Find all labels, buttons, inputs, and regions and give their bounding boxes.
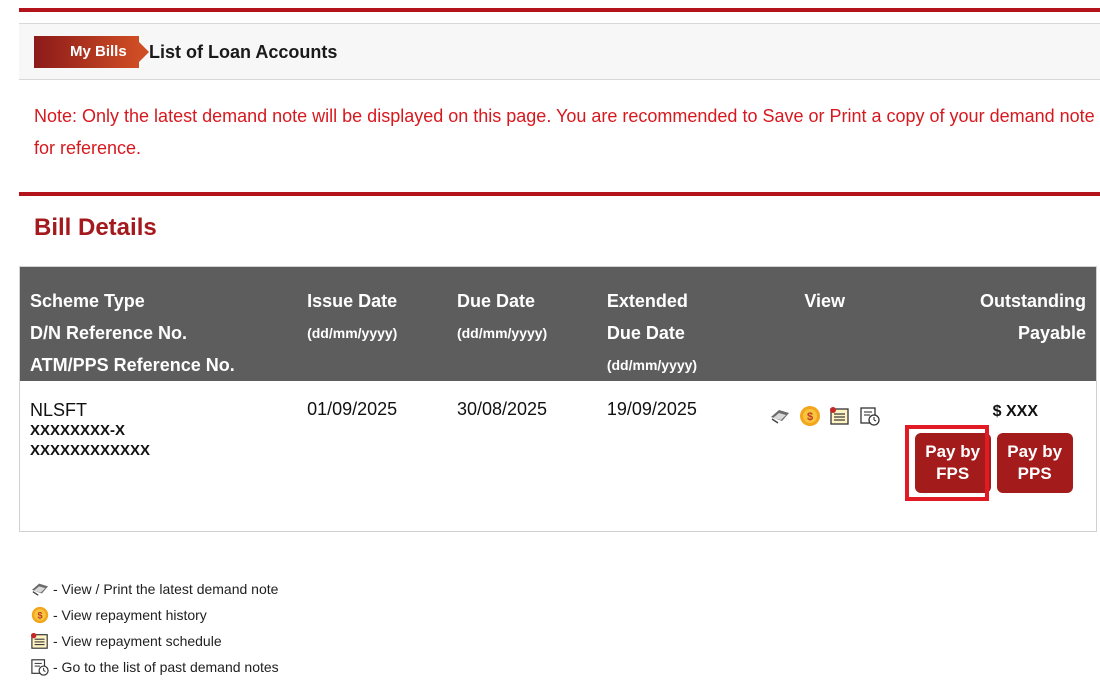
view-icons: $ bbox=[765, 401, 885, 431]
print-note-icon bbox=[30, 579, 50, 599]
legend-item: - View / Print the latest demand note bbox=[30, 578, 279, 600]
pay-pps-line2: PPS bbox=[1017, 464, 1052, 483]
repayment-schedule-icon[interactable] bbox=[829, 405, 851, 427]
legend-text: - Go to the list of past demand notes bbox=[53, 659, 279, 675]
header-extended-due-label: Due Date bbox=[606, 323, 685, 343]
repayment-history-icon[interactable]: $ bbox=[799, 405, 821, 427]
cell-view: $ bbox=[755, 381, 895, 531]
table-header-row: Scheme Type D/N Reference No. ATM/PPS Re… bbox=[19, 266, 1097, 381]
pay-pps-line1: Pay by bbox=[1007, 442, 1063, 461]
repayment-schedule-icon bbox=[30, 631, 50, 651]
notice-text: Note: Only the latest demand note will b… bbox=[34, 106, 1095, 158]
svg-text:$: $ bbox=[807, 411, 813, 423]
header-extended-format: (dd/mm/yyyy) bbox=[606, 357, 698, 373]
header-issue-date-label: Issue Date bbox=[307, 291, 398, 311]
header-scheme: Scheme Type D/N Reference No. ATM/PPS Re… bbox=[19, 266, 298, 381]
header-issue-date: Issue Date (dd/mm/yyyy) bbox=[297, 266, 447, 381]
print-note-icon[interactable] bbox=[769, 405, 791, 427]
legend-item: - View repayment schedule bbox=[30, 630, 279, 652]
bill-details-table: Scheme Type D/N Reference No. ATM/PPS Re… bbox=[19, 266, 1097, 532]
header-issue-date-format: (dd/mm/yyyy) bbox=[307, 325, 398, 341]
cell-scheme: NLSFT XXXXXXXX-X XXXXXXXXXXXX bbox=[20, 381, 298, 531]
past-notes-icon[interactable] bbox=[859, 405, 881, 427]
cell-issue-date: 01/09/2025 bbox=[307, 399, 398, 419]
header-due-date: Due Date (dd/mm/yyyy) bbox=[446, 266, 597, 381]
header-scheme-type: Scheme Type bbox=[30, 291, 145, 311]
pay-by-fps-button[interactable]: Pay by FPS bbox=[914, 433, 991, 493]
breadcrumb-current-page: List of Loan Accounts bbox=[149, 42, 338, 62]
atm-pps-ref-value: XXXXXXXXXXXX bbox=[30, 442, 151, 459]
pay-by-pps-button[interactable]: Pay by PPS bbox=[996, 433, 1073, 493]
legend-text: - View / Print the latest demand note bbox=[53, 581, 279, 597]
header-view: View bbox=[754, 266, 895, 381]
header-view-label: View bbox=[804, 291, 846, 311]
past-notes-icon bbox=[30, 657, 50, 677]
header-payable-label: Payable bbox=[1017, 323, 1086, 343]
header-due-date-label: Due Date bbox=[456, 291, 535, 311]
header-outstanding-label: Outstanding bbox=[980, 291, 1086, 311]
legend-item: $ - View repayment history bbox=[30, 604, 279, 626]
pay-fps-line2: FPS bbox=[936, 464, 970, 483]
section-divider bbox=[19, 192, 1100, 196]
repayment-history-icon: $ bbox=[30, 605, 50, 625]
breadcrumb-my-bills[interactable]: My Bills bbox=[34, 36, 149, 68]
cell-extended-due-date: 19/09/2025 bbox=[606, 399, 697, 419]
header-atm-pps-ref: ATM/PPS Reference No. bbox=[30, 355, 235, 375]
page: My Bills List of Loan Accounts Note: Onl… bbox=[0, 0, 1100, 700]
cell-outstanding: $ XXX Pay by FPS Pay by PPS bbox=[895, 381, 1097, 531]
outstanding-amount: $ XXX bbox=[992, 403, 1039, 420]
dn-ref-value: XXXXXXXX-X bbox=[30, 422, 126, 439]
section-title: Bill Details bbox=[34, 214, 157, 241]
scheme-type-value: NLSFT bbox=[30, 400, 88, 420]
pay-fps-line1: Pay by bbox=[925, 442, 981, 461]
cell-due-date: 30/08/2025 bbox=[456, 399, 548, 419]
legend-text: - View repayment history bbox=[53, 607, 207, 623]
header-due-date-format: (dd/mm/yyyy) bbox=[456, 325, 548, 341]
legend-item: - Go to the list of past demand notes bbox=[30, 656, 279, 678]
header-extended-label: Extended bbox=[606, 291, 688, 311]
svg-text:$: $ bbox=[37, 610, 42, 620]
header-extended-due-date: Extended Due Date (dd/mm/yyyy) bbox=[596, 266, 755, 381]
icon-legend: - View / Print the latest demand note $ … bbox=[30, 578, 279, 682]
top-divider bbox=[19, 8, 1100, 12]
header-outstanding: Outstanding Payable bbox=[894, 266, 1097, 381]
header-dn-ref: D/N Reference No. bbox=[30, 323, 188, 343]
pay-buttons: Pay by FPS Pay by PPS bbox=[904, 425, 1086, 503]
table-row: NLSFT XXXXXXXX-X XXXXXXXXXXXX 01/09/2025… bbox=[20, 381, 1097, 531]
breadcrumb: My Bills List of Loan Accounts bbox=[19, 23, 1100, 80]
legend-text: - View repayment schedule bbox=[53, 633, 222, 649]
